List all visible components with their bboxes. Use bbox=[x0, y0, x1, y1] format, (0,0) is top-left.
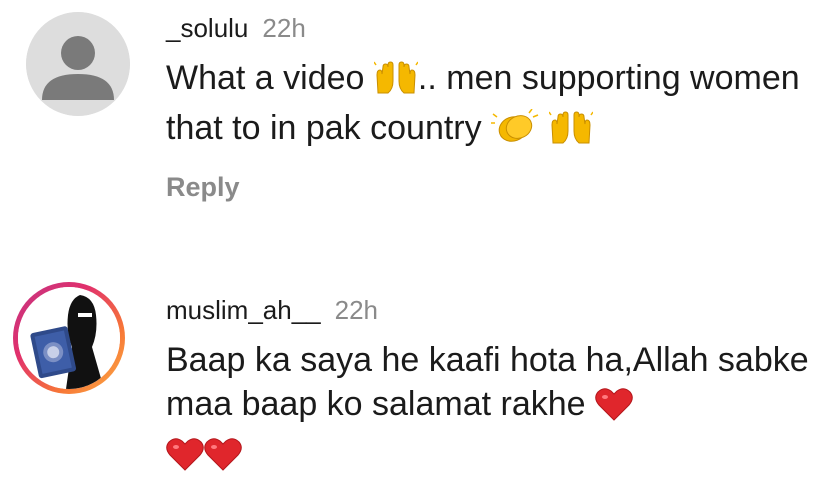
username[interactable]: _solulu bbox=[166, 13, 248, 43]
profile-picture-icon bbox=[18, 287, 120, 389]
username[interactable]: muslim_ah__ bbox=[166, 295, 321, 325]
raising-hands-icon bbox=[547, 111, 594, 156]
avatar[interactable] bbox=[26, 12, 130, 116]
comment-text: Baap ka saya he kaafi hota ha,Allah sabk… bbox=[166, 338, 816, 482]
timestamp: 22h bbox=[262, 13, 306, 43]
timestamp: 22h bbox=[334, 295, 379, 325]
comment-meta: _solulu 22h bbox=[166, 12, 816, 44]
red-heart-icon bbox=[595, 387, 633, 432]
comment-meta: muslim_ah__ 22h bbox=[166, 294, 816, 326]
avatar[interactable] bbox=[13, 282, 125, 394]
comment-text: What a video .. men supporting women tha… bbox=[166, 56, 816, 156]
reply-button[interactable]: Reply bbox=[166, 172, 240, 203]
avatar-image bbox=[18, 287, 120, 389]
raising-hands-icon bbox=[373, 61, 419, 106]
comment-text-part1: What a video bbox=[166, 59, 365, 97]
red-heart-icon bbox=[204, 437, 242, 482]
red-heart-icon bbox=[166, 437, 204, 482]
clapping-hands-icon bbox=[491, 108, 539, 156]
comment-text-body: Baap ka saya he kaafi hota ha,Allah sabk… bbox=[166, 341, 809, 423]
default-user-icon bbox=[26, 12, 130, 116]
